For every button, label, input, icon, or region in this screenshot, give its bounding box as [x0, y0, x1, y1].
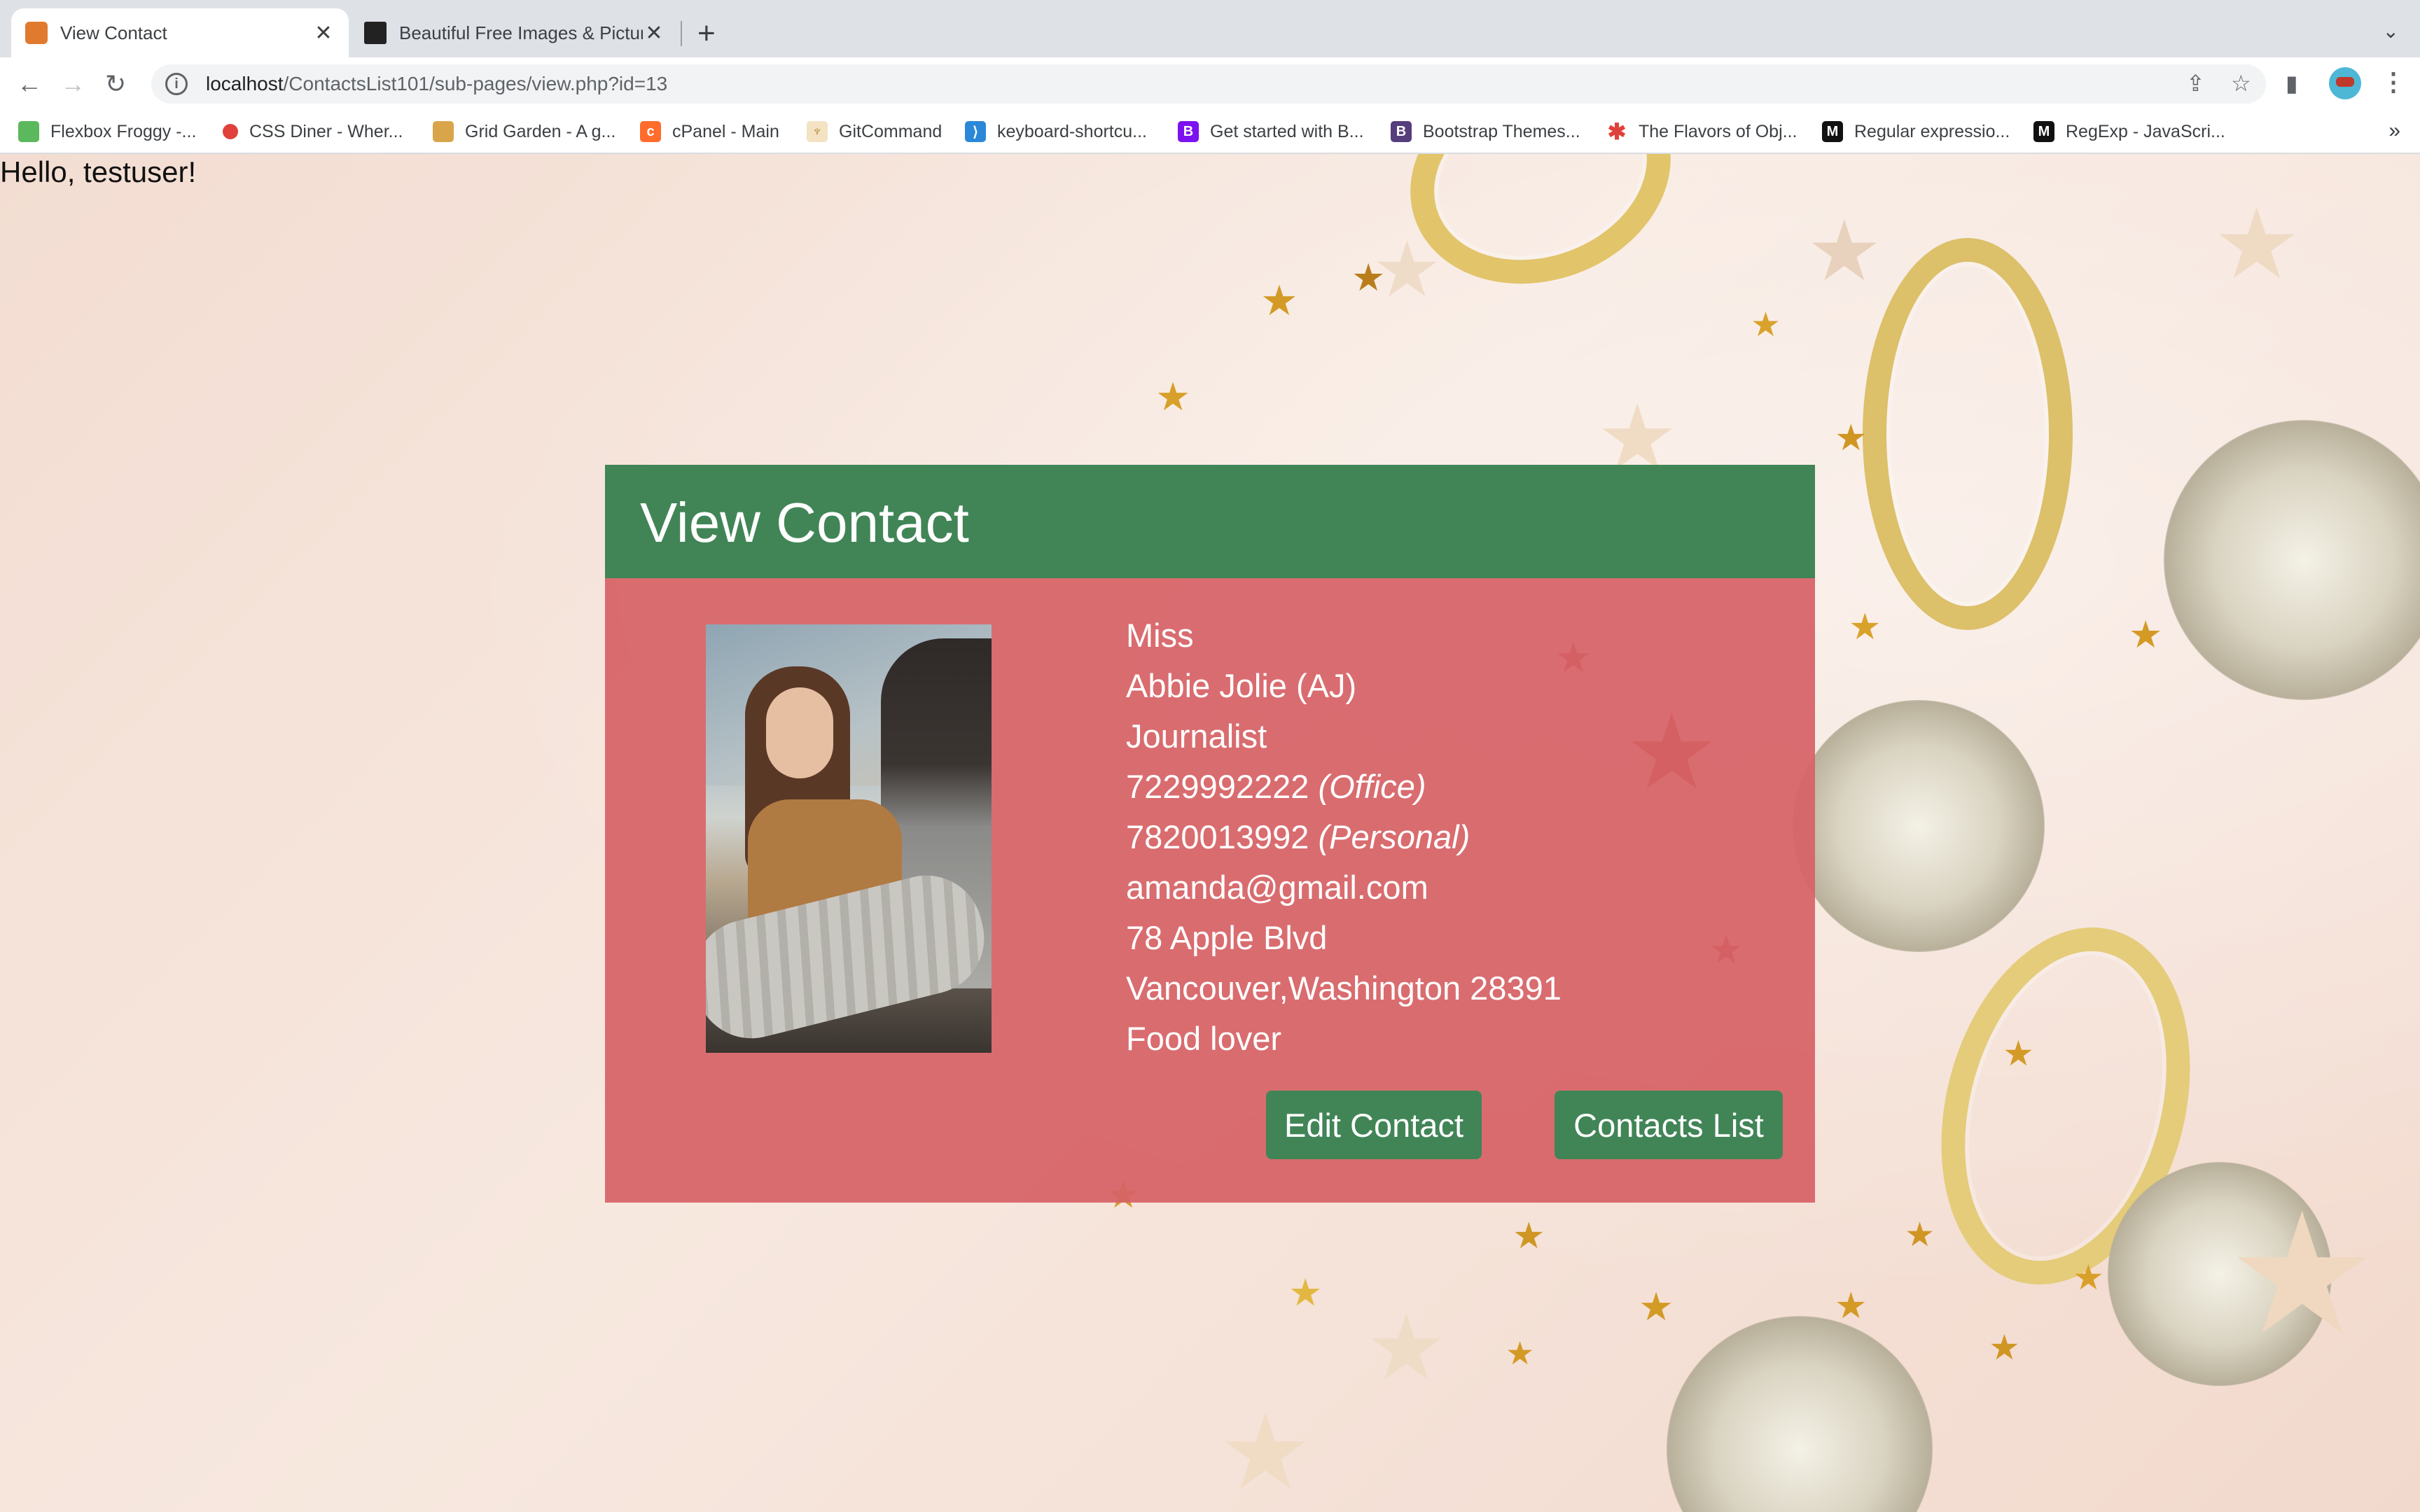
bookmark-label: RegExp - JavaScri... — [2066, 121, 2225, 141]
xampp-icon — [25, 22, 48, 44]
contact-city-state-zip: Vancouver,Washington 28391 — [1126, 969, 1562, 1007]
side-panel-icon[interactable]: ▮ — [2286, 70, 2298, 97]
phone-personal-number: 7820013992 — [1126, 818, 1309, 855]
bookmark-regular-expressions[interactable]: M Regular expressio... — [1822, 118, 2010, 146]
contact-occupation: Journalist — [1126, 718, 1267, 755]
new-tab-icon[interactable]: + — [697, 15, 716, 52]
url-text: localhost/ContactsList101/sub-pages/view… — [206, 73, 667, 95]
page-title: View Contact — [640, 491, 969, 554]
bookmark-gitcommand[interactable]: ♆ GitCommand — [807, 118, 942, 146]
bookmark-label: Flexbox Froggy -... — [50, 121, 197, 141]
mdn-icon: M — [2033, 121, 2054, 142]
url-path: /ContactsList101/sub-pages/view.php?id=1… — [283, 73, 668, 94]
contact-notes: Food lover — [1126, 1020, 1282, 1057]
plate-icon — [223, 124, 238, 139]
page-viewport: ★ ★ ★ ★ ★ ★ ★ ★ ★ ★ ★ ★ ★ ★ ★ ★ ★ ★ ★ ★ … — [0, 154, 2420, 1512]
cpanel-icon: c — [640, 121, 661, 142]
edit-contact-button[interactable]: Edit Contact — [1266, 1091, 1482, 1159]
bootstrap-icon: B — [1178, 121, 1199, 142]
tab-view-contact[interactable]: View Contact ✕ — [11, 8, 349, 57]
asterisk-icon: ✱ — [1607, 119, 1627, 144]
bookmark-star-icon[interactable]: ☆ — [2231, 70, 2251, 97]
bookmarks-bar: Flexbox Froggy -... CSS Diner - Wher... … — [0, 111, 2420, 154]
contact-title: Miss — [1126, 617, 1194, 654]
view-contact-card: View Contact Miss Abbie Jolie (AJ) Journ… — [605, 465, 1815, 1203]
bookmark-flexbox-froggy[interactable]: Flexbox Froggy -... — [18, 118, 196, 146]
bootstrap-themes-icon: B — [1391, 121, 1412, 142]
bookmark-bootstrap-themes[interactable]: B Bootstrap Themes... — [1391, 118, 1580, 146]
unsplash-icon — [364, 22, 387, 44]
forward-arrow-icon[interactable]: → — [60, 67, 85, 101]
bookmark-label: CSS Diner - Wher... — [249, 121, 403, 141]
contact-address: 78 Apple Blvd — [1126, 919, 1328, 956]
contacts-list-button[interactable]: Contacts List — [1555, 1091, 1783, 1159]
contact-phone-personal: 7820013992 (Personal) — [1126, 812, 1562, 862]
bookmark-label: Get started with B... — [1210, 121, 1364, 141]
contact-phone-office: 7229992222 (Office) — [1126, 762, 1562, 812]
reload-icon[interactable]: ↻ — [105, 67, 126, 101]
vscode-icon: ⟩ — [965, 121, 986, 142]
tab-strip: View Contact ✕ Beautiful Free Images & P… — [0, 0, 2420, 57]
browser-toolbar: ← → ↻ i localhost/ContactsList101/sub-pa… — [0, 57, 2420, 111]
bookmark-label: Regular expressio... — [1854, 121, 2010, 141]
bookmark-label: Grid Garden - A g... — [465, 121, 616, 141]
address-bar[interactable]: i localhost/ContactsList101/sub-pages/vi… — [151, 64, 2266, 104]
carrot-icon — [433, 121, 454, 142]
bookmark-label: GitCommand — [839, 121, 943, 141]
site-info-icon[interactable]: i — [165, 73, 188, 95]
mdn-icon: M — [1822, 121, 1843, 142]
phone-office-number: 7229992222 — [1126, 768, 1309, 805]
bookmark-label: Bootstrap Themes... — [1423, 121, 1580, 141]
more-bookmarks-icon[interactable]: » — [2388, 119, 2400, 143]
contact-email: amanda@gmail.com — [1126, 869, 1428, 906]
more-menu-icon[interactable]: ⋮ — [2381, 67, 2406, 97]
bookmark-label: The Flavors of Obj... — [1639, 121, 1797, 141]
bookmark-bootstrap-start[interactable]: B Get started with B... — [1178, 118, 1364, 146]
phone-office-label: (Office) — [1318, 768, 1426, 805]
share-icon[interactable]: ⇪ — [2186, 70, 2205, 97]
bookmark-flavors-objects[interactable]: ✱ The Flavors of Obj... — [1606, 118, 1797, 146]
bookmark-label: keyboard-shortcu... — [997, 121, 1147, 141]
contact-name: Abbie Jolie (AJ) — [1126, 667, 1357, 704]
tab-unsplash[interactable]: Beautiful Free Images & Pictures ✕ — [350, 8, 679, 57]
chevron-down-icon[interactable]: ⌄ — [2383, 20, 2399, 43]
bookmark-cpanel[interactable]: c cPanel - Main — [640, 118, 779, 146]
contact-photo — [706, 624, 992, 1053]
contact-details: Miss Abbie Jolie (AJ) Journalist 7229992… — [1126, 610, 1562, 1064]
card-body: Miss Abbie Jolie (AJ) Journalist 7229992… — [605, 578, 1815, 1203]
card-header: View Contact — [605, 465, 1815, 578]
close-tab-icon[interactable]: ✕ — [643, 21, 665, 46]
url-host: localhost — [206, 73, 284, 94]
bookmark-keyboard-shortcuts[interactable]: ⟩ keyboard-shortcu... — [965, 118, 1147, 146]
git-icon: ♆ — [807, 121, 828, 142]
phone-personal-label: (Personal) — [1318, 818, 1470, 855]
frog-icon — [18, 121, 39, 142]
back-arrow-icon[interactable]: ← — [17, 67, 42, 101]
tab-title: Beautiful Free Images & Pictures — [399, 22, 643, 43]
greeting-text: Hello, testuser! — [0, 155, 197, 188]
bookmark-css-diner[interactable]: CSS Diner - Wher... — [223, 118, 403, 146]
tab-title: View Contact — [60, 22, 167, 43]
bookmark-label: cPanel - Main — [672, 121, 779, 141]
tab-divider — [681, 21, 682, 46]
bookmark-regexp-javascript[interactable]: M RegExp - JavaScri... — [2033, 118, 2225, 146]
bookmark-grid-garden[interactable]: Grid Garden - A g... — [433, 118, 616, 146]
profile-avatar[interactable] — [2329, 67, 2361, 99]
close-tab-icon[interactable]: ✕ — [312, 21, 335, 46]
